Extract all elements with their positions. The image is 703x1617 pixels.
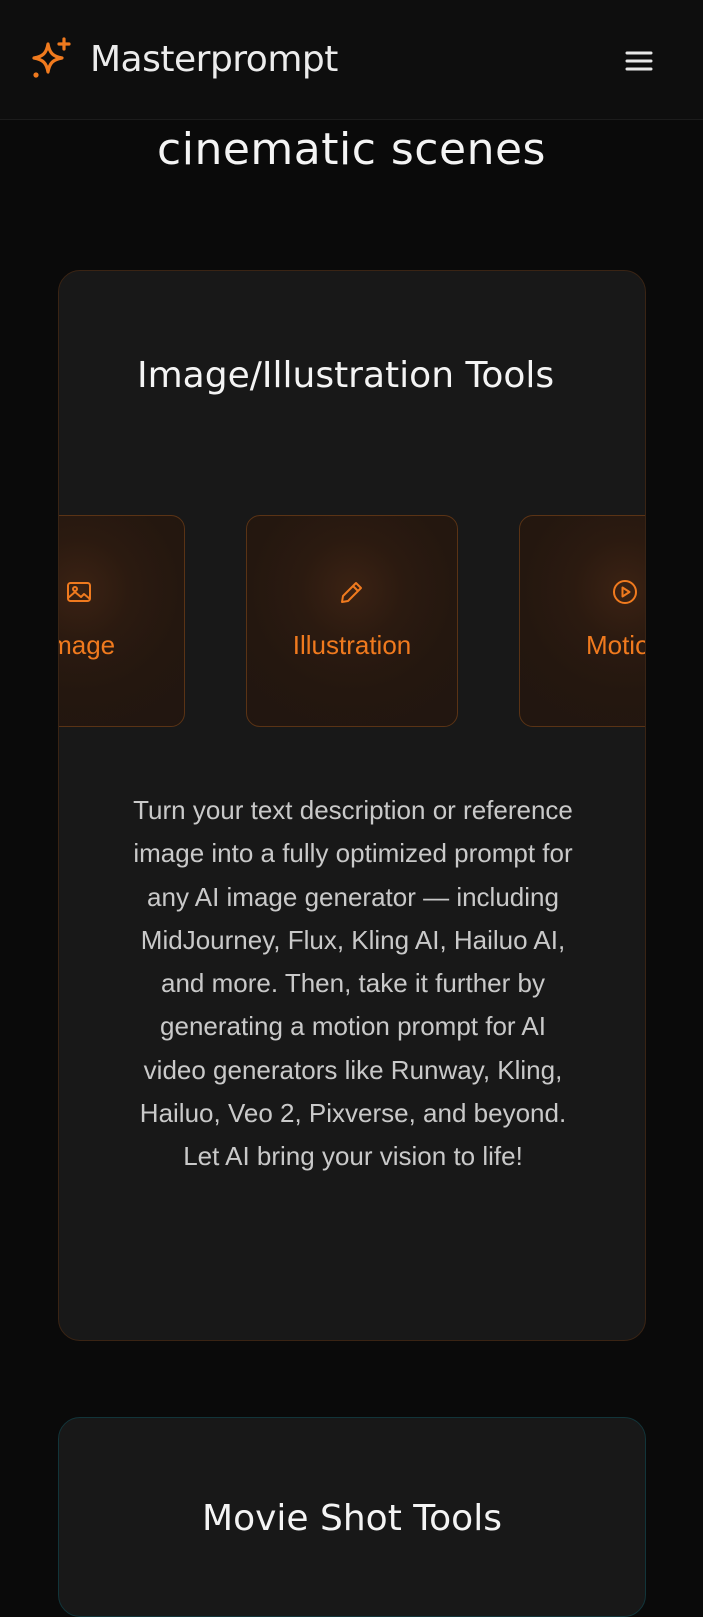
play-circle-icon: [611, 578, 639, 606]
card-title: Movie Shot Tools: [202, 1498, 502, 1539]
tool-label-image: Image: [59, 630, 116, 660]
tool-tile-illustration[interactable]: Illustration: [246, 515, 458, 727]
movie-tools-card: Movie Shot Tools: [58, 1417, 646, 1617]
site-header: Masterprompt: [0, 0, 703, 120]
tool-tile-image[interactable]: Image: [59, 515, 185, 727]
hero-title: cinematic scenes: [157, 124, 546, 175]
brand-name: Masterprompt: [90, 38, 338, 80]
image-tools-card: Image/Illustration Tools Image Illustrat…: [58, 270, 646, 1341]
card-description: Turn your text description or reference …: [133, 795, 573, 1172]
brand-logo[interactable]: Masterprompt: [28, 36, 338, 82]
card-title: Image/Illustration Tools: [137, 355, 555, 396]
hamburger-menu-icon[interactable]: [622, 45, 656, 77]
sparkles-icon: [28, 36, 74, 82]
tool-tile-motion[interactable]: Motion: [519, 515, 645, 727]
tool-label-motion: Motion: [585, 630, 645, 660]
pencil-icon: [338, 578, 366, 606]
image-icon: [65, 578, 93, 606]
tool-label-illustration: Illustration: [292, 630, 412, 660]
